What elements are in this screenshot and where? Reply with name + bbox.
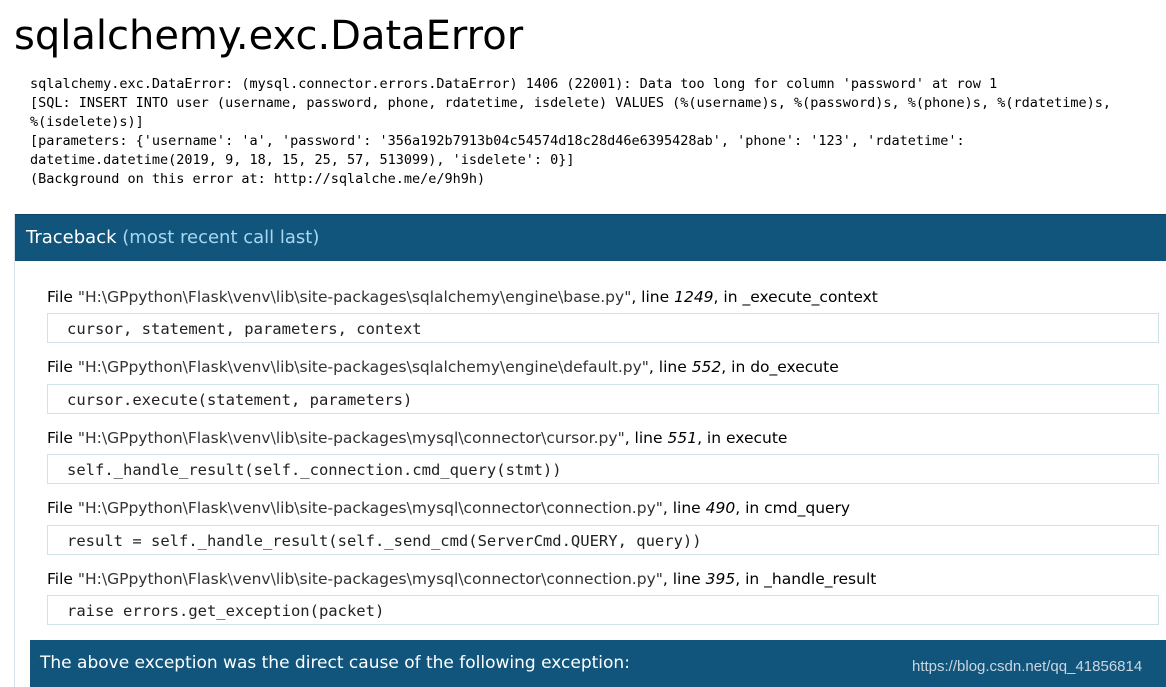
frame-filename: "H:\GPpython\Flask\venv\lib\site-package… xyxy=(77,358,649,376)
traceback-header: Traceback (most recent call last) xyxy=(15,214,1166,261)
line-label: , line xyxy=(648,358,692,376)
frame-code: self._handle_result(self._connection.cmd… xyxy=(67,461,562,479)
line-label: , line xyxy=(662,499,706,517)
line-label: , line xyxy=(662,570,706,588)
frame-filename: "H:\GPpython\Flask\venv\lib\site-package… xyxy=(77,570,663,588)
frame-function: _handle_result xyxy=(764,570,877,588)
traceback-heading-wrap: Traceback (most recent call last) xyxy=(26,227,319,248)
traceback-subheading: (most recent call last) xyxy=(122,227,320,248)
frame-filename: "H:\GPpython\Flask\venv\lib\site-package… xyxy=(77,429,625,447)
file-label: File xyxy=(47,288,78,306)
frame-code: result = self._handle_result(self._send_… xyxy=(67,532,702,550)
cause-banner-text: The above exception was the direct cause… xyxy=(40,653,630,673)
in-label: , in xyxy=(735,570,765,588)
in-label: , in xyxy=(735,499,765,517)
frame-lineno: 552 xyxy=(691,358,722,376)
frame-code-block[interactable]: cursor.execute(statement, parameters) xyxy=(47,384,1159,414)
traceback-frame-header: File "H:\GPpython\Flask\venv\lib\site-pa… xyxy=(47,569,876,589)
in-label: , in xyxy=(721,358,751,376)
frame-lineno: 551 xyxy=(667,429,698,447)
traceback-frame-header: File "H:\GPpython\Flask\venv\lib\site-pa… xyxy=(47,498,850,518)
traceback-frame-header: File "H:\GPpython\Flask\venv\lib\site-pa… xyxy=(47,428,787,448)
file-label: File xyxy=(47,499,78,517)
traceback-panel: Traceback (most recent call last) File "… xyxy=(14,214,1166,687)
file-label: File xyxy=(47,570,78,588)
traceback-heading: Traceback xyxy=(26,227,117,248)
watermark-url: https://blog.csdn.net/qq_41856814 xyxy=(912,658,1143,675)
frame-code: cursor, statement, parameters, context xyxy=(67,320,422,338)
frame-lineno: 490 xyxy=(705,499,736,517)
file-label: File xyxy=(47,429,78,447)
frame-code-block[interactable]: cursor, statement, parameters, context xyxy=(47,313,1159,343)
error-message: sqlalchemy.exc.DataError: (mysql.connect… xyxy=(30,76,1111,187)
frame-function: cmd_query xyxy=(764,499,851,517)
traceback-frame-header: File "H:\GPpython\Flask\venv\lib\site-pa… xyxy=(47,357,839,377)
frame-code: raise errors.get_exception(packet) xyxy=(67,602,385,620)
file-label: File xyxy=(47,358,78,376)
frame-function: execute xyxy=(725,429,788,447)
frame-function: do_execute xyxy=(750,358,839,376)
line-label: , line xyxy=(631,288,675,306)
error-title: sqlalchemy.exc.DataError xyxy=(14,13,524,59)
traceback-frame-header: File "H:\GPpython\Flask\venv\lib\site-pa… xyxy=(47,287,878,307)
frame-function: _execute_context xyxy=(742,288,878,306)
frame-code-block[interactable]: result = self._handle_result(self._send_… xyxy=(47,525,1159,555)
in-label: , in xyxy=(713,288,743,306)
line-label: , line xyxy=(624,429,668,447)
frame-filename: "H:\GPpython\Flask\venv\lib\site-package… xyxy=(77,288,632,306)
frame-filename: "H:\GPpython\Flask\venv\lib\site-package… xyxy=(77,499,663,517)
frame-code: cursor.execute(statement, parameters) xyxy=(67,391,413,409)
in-label: , in xyxy=(697,429,726,447)
frame-code-block[interactable]: self._handle_result(self._connection.cmd… xyxy=(47,454,1159,484)
frame-lineno: 395 xyxy=(705,570,736,588)
frame-code-block[interactable]: raise errors.get_exception(packet) xyxy=(47,595,1159,625)
frame-lineno: 1249 xyxy=(674,288,714,306)
